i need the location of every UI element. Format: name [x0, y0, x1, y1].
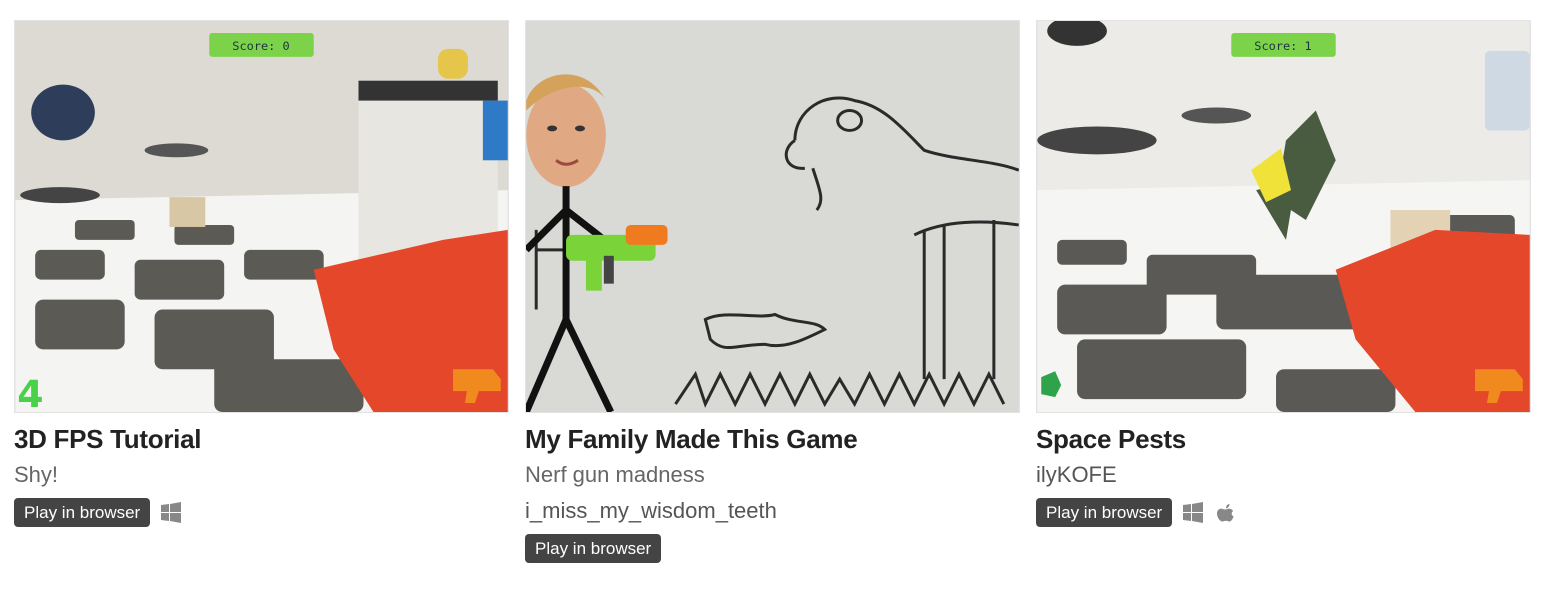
game-cell: Score: 1 Space Pests ilyKOFE Play in bro…: [1036, 20, 1531, 563]
game-title-link[interactable]: My Family Made This Game: [525, 423, 1020, 455]
game-cell: Score: 0 4 3D FPS Tutorial Shy! Play in …: [14, 20, 509, 563]
game-title-link[interactable]: 3D FPS Tutorial: [14, 423, 509, 455]
hud-score: Score: 0: [232, 39, 289, 53]
game-thumbnail: Score: 0 4: [15, 21, 508, 412]
game-author-link[interactable]: i_miss_my_wisdom_teeth: [525, 497, 1020, 525]
game-thumbnail: Score: 1: [1037, 21, 1530, 412]
game-thumbnail-link[interactable]: Score: 0 4: [14, 20, 509, 413]
game-platforms: Play in browser: [525, 534, 1020, 563]
hud-ammo: 4: [17, 372, 43, 412]
play-in-browser-badge: Play in browser: [1036, 498, 1173, 527]
apple-icon: [1214, 501, 1236, 525]
game-platforms: Play in browser: [1036, 498, 1531, 527]
game-thumbnail: [526, 21, 1019, 412]
game-grid: Score: 0 4 3D FPS Tutorial Shy! Play in …: [14, 20, 1531, 563]
game-title-link[interactable]: Space Pests: [1036, 423, 1531, 455]
game-thumbnail-link[interactable]: Score: 1: [1036, 20, 1531, 413]
windows-icon: [160, 501, 182, 524]
game-short-text: Nerf gun madness: [525, 462, 705, 487]
game-cell: My Family Made This Game Nerf gun madnes…: [525, 20, 1020, 563]
windows-icon: [1182, 501, 1204, 524]
game-thumbnail-link[interactable]: [525, 20, 1020, 413]
play-in-browser-badge: Play in browser: [525, 534, 662, 563]
hud-score: Score: 1: [1254, 39, 1311, 53]
game-short-text: Shy!: [14, 462, 59, 487]
play-in-browser-badge: Play in browser: [14, 498, 151, 527]
game-author-link[interactable]: ilyKOFE: [1036, 461, 1531, 489]
game-platforms: Play in browser: [14, 498, 509, 527]
